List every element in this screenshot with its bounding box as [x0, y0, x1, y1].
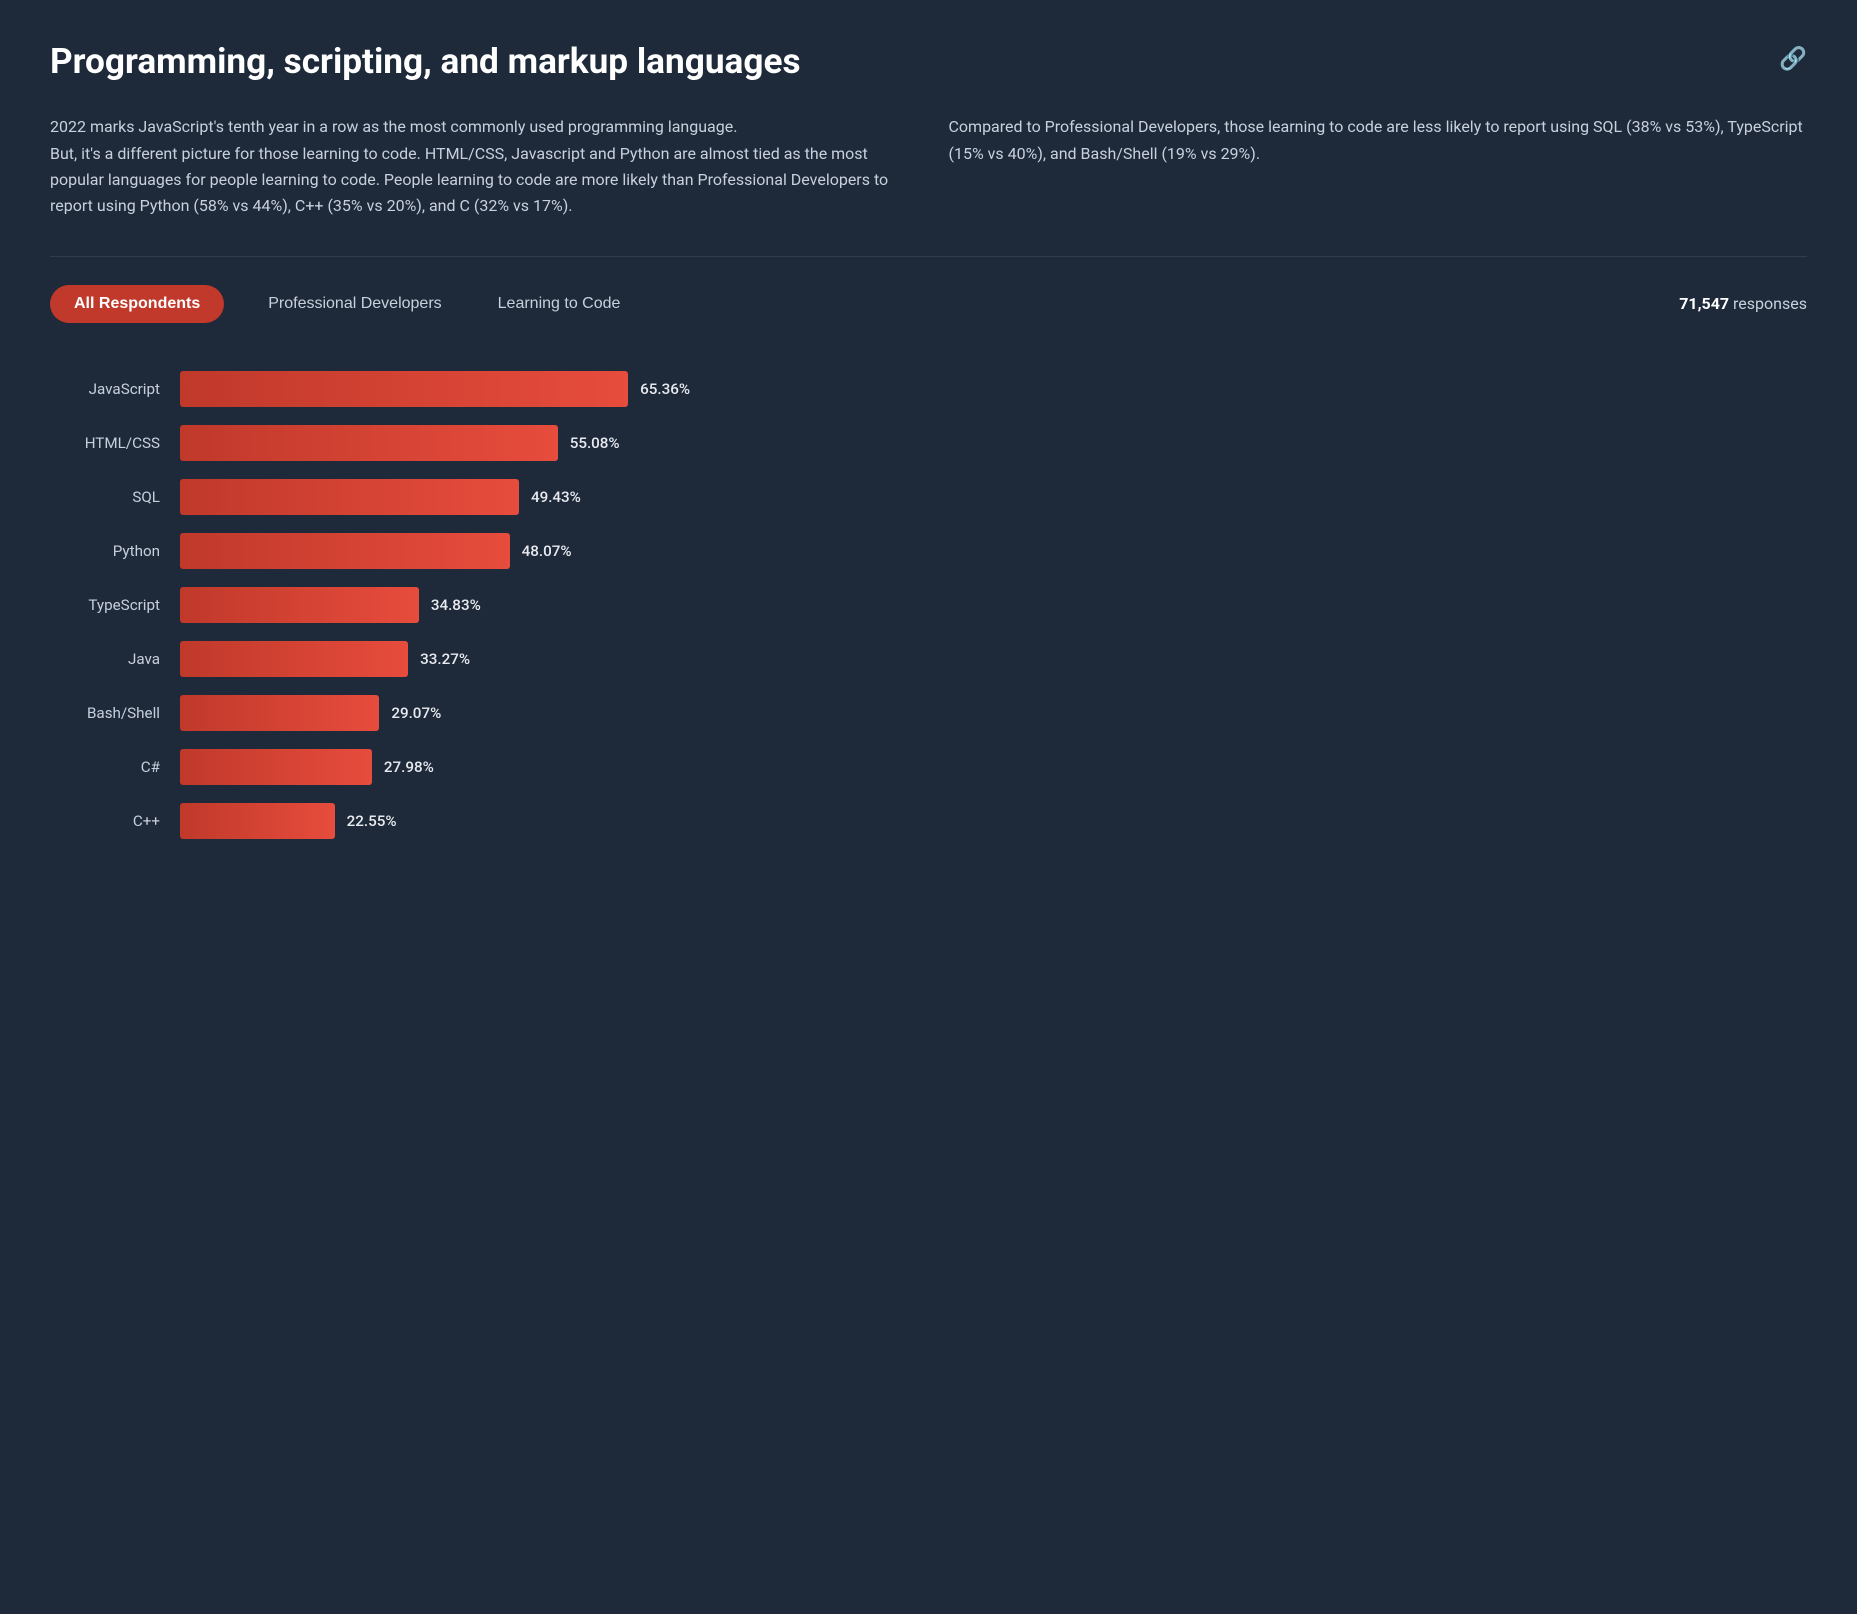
bar-fill	[180, 803, 335, 839]
bar-percent: 27.98%	[384, 758, 434, 776]
bar-percent: 65.36%	[640, 380, 690, 398]
bar-percent: 33.27%	[420, 650, 470, 668]
bar-fill	[180, 641, 408, 677]
bar-percent: 29.07%	[391, 704, 441, 722]
description-section: 2022 marks JavaScript's tenth year in a …	[50, 114, 1807, 220]
bar-chart: JavaScript 65.36% HTML/CSS 55.08% SQL 49.43% P…	[50, 371, 1807, 839]
bar-fill	[180, 749, 372, 785]
bar-row: C# 27.98%	[50, 749, 1807, 785]
tab-learning-to-code[interactable]: Learning to Code	[478, 285, 641, 323]
bar-row: Bash/Shell 29.07%	[50, 695, 1807, 731]
bar-track: 22.55%	[180, 803, 1807, 839]
bar-fill	[180, 371, 628, 407]
response-count: 71,547 responses	[1679, 294, 1807, 313]
bar-percent: 49.43%	[531, 488, 581, 506]
bar-label: Java	[50, 650, 180, 668]
bar-label: JavaScript	[50, 380, 180, 398]
bar-label: C#	[50, 758, 180, 776]
bar-label: Bash/Shell	[50, 704, 180, 722]
link-icon[interactable]: 🔗	[1779, 46, 1807, 72]
bar-label: TypeScript	[50, 596, 180, 614]
bar-percent: 34.83%	[431, 596, 481, 614]
bar-label: Python	[50, 542, 180, 560]
bar-fill	[180, 695, 379, 731]
bar-row: JavaScript 65.36%	[50, 371, 1807, 407]
bar-row: HTML/CSS 55.08%	[50, 425, 1807, 461]
tab-all-respondents[interactable]: All Respondents	[50, 285, 224, 323]
bar-track: 55.08%	[180, 425, 1807, 461]
bar-fill	[180, 587, 419, 623]
bar-fill	[180, 533, 510, 569]
bar-track: 65.36%	[180, 371, 1807, 407]
bar-row: Java 33.27%	[50, 641, 1807, 677]
description-left-p2: But, it's a different picture for those …	[50, 141, 909, 220]
bar-track: 27.98%	[180, 749, 1807, 785]
page-title: Programming, scripting, and markup langu…	[50, 40, 801, 82]
description-left-p1: 2022 marks JavaScript's tenth year in a …	[50, 114, 909, 140]
bar-percent: 22.55%	[347, 812, 397, 830]
bar-row: SQL 49.43%	[50, 479, 1807, 515]
description-left: 2022 marks JavaScript's tenth year in a …	[50, 114, 909, 220]
bar-fill	[180, 425, 558, 461]
description-right: Compared to Professional Developers, tho…	[949, 114, 1808, 220]
bar-fill	[180, 479, 519, 515]
tabs-row: All Respondents Professional Developers …	[50, 285, 1807, 323]
bar-track: 29.07%	[180, 695, 1807, 731]
bar-label: C++	[50, 812, 180, 830]
bar-row: Python 48.07%	[50, 533, 1807, 569]
bar-label: SQL	[50, 488, 180, 506]
bar-row: C++ 22.55%	[50, 803, 1807, 839]
bar-label: HTML/CSS	[50, 434, 180, 452]
tab-professional-developers[interactable]: Professional Developers	[248, 285, 461, 323]
section-divider	[50, 256, 1807, 257]
description-right-p1: Compared to Professional Developers, tho…	[949, 114, 1808, 167]
bar-track: 48.07%	[180, 533, 1807, 569]
bar-track: 34.83%	[180, 587, 1807, 623]
bar-percent: 48.07%	[522, 542, 572, 560]
bar-percent: 55.08%	[570, 434, 620, 452]
bar-track: 33.27%	[180, 641, 1807, 677]
bar-track: 49.43%	[180, 479, 1807, 515]
bar-row: TypeScript 34.83%	[50, 587, 1807, 623]
